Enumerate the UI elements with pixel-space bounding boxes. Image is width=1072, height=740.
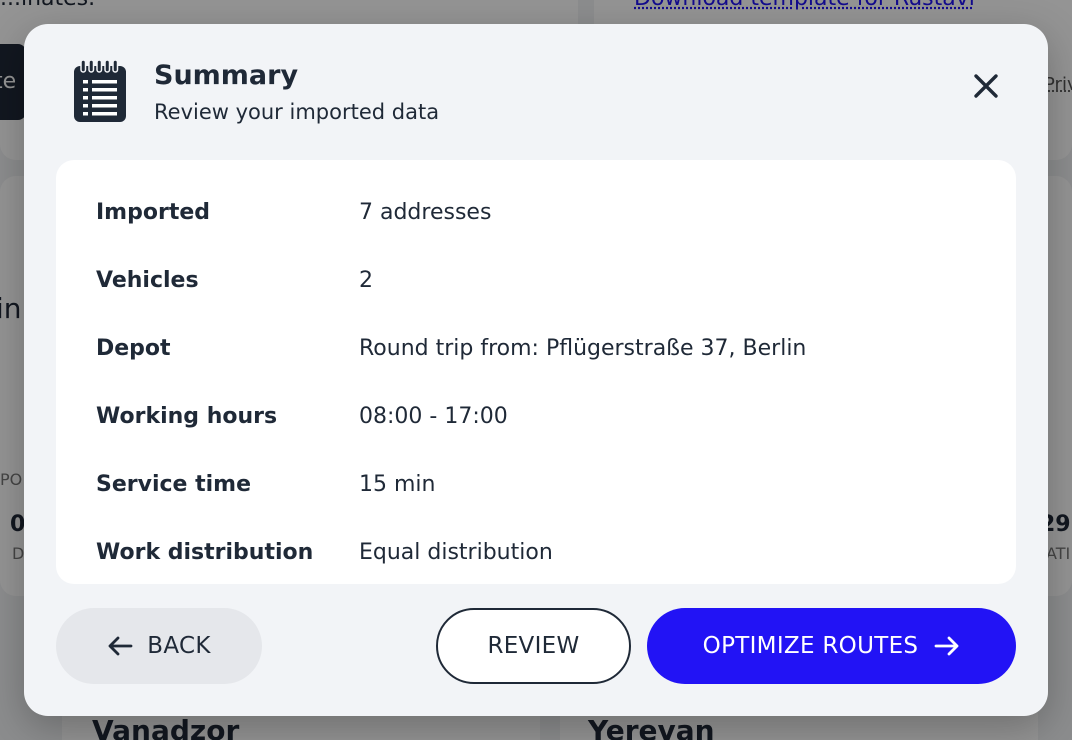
optimize-routes-button[interactable]: OPTIMIZE ROUTES xyxy=(647,608,1016,684)
summary-dialog: Summary Review your imported data Import… xyxy=(24,24,1048,716)
summary-row-imported: Imported 7 addresses xyxy=(96,192,976,232)
summary-value: Round trip from: Pflügerstraße 37, Berli… xyxy=(359,335,807,361)
close-button[interactable] xyxy=(964,64,1008,108)
dialog-subtitle: Review your imported data xyxy=(154,100,440,124)
summary-row-vehicles: Vehicles 2 xyxy=(96,260,976,300)
review-button[interactable]: REVIEW xyxy=(436,608,631,684)
summary-label: Service time xyxy=(96,471,252,497)
summary-label: Vehicles xyxy=(96,267,199,293)
summary-row-service-time: Service time 15 min xyxy=(96,464,976,504)
arrow-left-icon xyxy=(108,636,133,656)
summary-label: Working hours xyxy=(96,403,278,429)
dialog-title: Summary xyxy=(154,60,299,91)
summary-row-work-distribution: Work distribution Equal distribution xyxy=(96,532,976,572)
notepad-list-icon xyxy=(72,59,128,124)
summary-row-working-hours: Working hours 08:00 - 17:00 xyxy=(96,396,976,436)
summary-panel[interactable]: Imported 7 addresses Vehicles 2 Depot Ro… xyxy=(56,160,1016,584)
optimize-routes-button-label: OPTIMIZE ROUTES xyxy=(702,633,919,659)
back-button[interactable]: BACK xyxy=(56,608,262,684)
summary-value: 2 xyxy=(359,267,373,293)
summary-label: Imported xyxy=(96,199,211,225)
close-icon xyxy=(974,74,998,98)
summary-label: Depot xyxy=(96,335,171,361)
back-button-label: BACK xyxy=(147,633,211,659)
review-button-label: REVIEW xyxy=(487,633,580,659)
summary-value: 08:00 - 17:00 xyxy=(359,403,508,429)
summary-value: Equal distribution xyxy=(359,539,553,565)
summary-label: Work distribution xyxy=(96,539,314,565)
summary-value: 7 addresses xyxy=(359,199,492,225)
arrow-right-icon xyxy=(934,636,959,656)
summary-value: 15 min xyxy=(359,471,436,497)
summary-row-depot: Depot Round trip from: Pflügerstraße 37,… xyxy=(96,328,976,368)
